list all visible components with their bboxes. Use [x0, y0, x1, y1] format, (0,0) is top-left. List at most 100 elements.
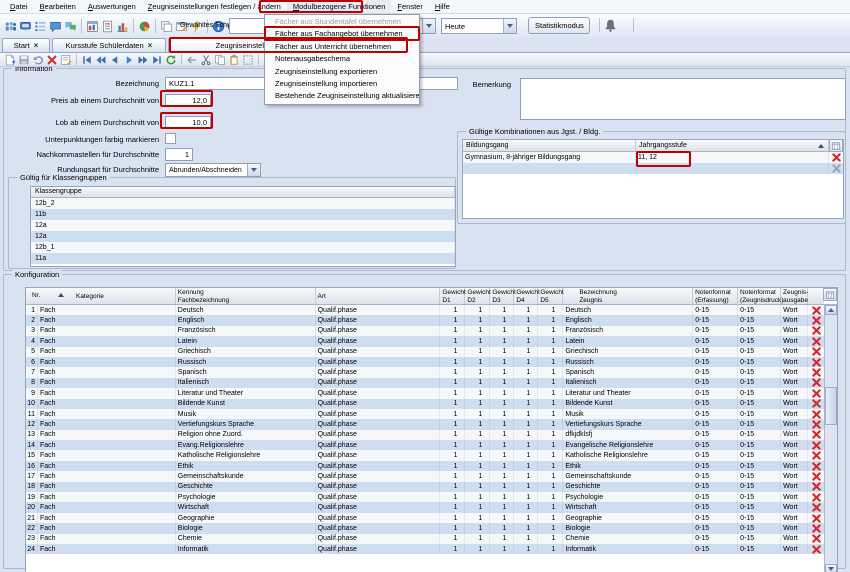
konfiguration-column-header[interactable]: GewichtD4	[514, 288, 538, 304]
konfiguration-column-header[interactable]: Notenformat(Zeugnisdruck)	[738, 288, 781, 304]
date-select[interactable]: Heute	[441, 18, 517, 34]
bildungsgang-column-header[interactable]: Bildungsgang	[463, 140, 636, 151]
paste-icon[interactable]	[228, 54, 240, 66]
konfiguration-row[interactable]: 22FachBiologieQualif.phase11111Biologie0…	[26, 523, 824, 533]
konfiguration-row[interactable]: 24FachInformatikQualif.phase11111Informa…	[26, 544, 824, 554]
konfiguration-column-header[interactable]: GewichtD2	[465, 288, 490, 304]
delete-record-icon[interactable]	[46, 54, 58, 66]
konfiguration-row[interactable]: 2FachEnglischQualif.phase11111Englisch0-…	[26, 315, 824, 325]
konfiguration-column-header[interactable]: Notenformat(Erfassung)	[693, 288, 738, 304]
delete-row-icon[interactable]	[808, 502, 824, 512]
jahrgangsstufe-column-header[interactable]: Jahrgangsstufe	[636, 140, 829, 151]
menu-datei[interactable]: Datei	[4, 0, 34, 13]
konfiguration-column-header[interactable]: BezeichnungZeugnis	[563, 288, 693, 304]
konfiguration-row[interactable]: 19FachPsychologieQualif.phase11111Psycho…	[26, 492, 824, 502]
delete-row-icon[interactable]	[808, 471, 824, 481]
konfiguration-row[interactable]: 20FachWirtschaftQualif.phase11111Wirtsch…	[26, 502, 824, 512]
konfiguration-row[interactable]: 9FachLiteratur und TheaterQualif.phase11…	[26, 388, 824, 398]
tab-0[interactable]: Start×	[2, 38, 50, 52]
bar-chart-icon[interactable]	[116, 20, 129, 33]
scroll-down-icon[interactable]	[825, 564, 837, 572]
menu-item-5[interactable]: Zeugniseinstellung importieren	[265, 78, 419, 90]
delete-row-icon[interactable]	[808, 378, 824, 388]
delete-row-icon[interactable]	[808, 430, 824, 440]
delete-row-icon[interactable]	[808, 388, 824, 398]
save-icon[interactable]	[18, 54, 30, 66]
bemerkung-textarea[interactable]	[520, 78, 846, 120]
nav-last-icon[interactable]	[151, 54, 163, 66]
pie-chart-icon[interactable]	[138, 20, 151, 33]
klassengruppen-row[interactable]: 12b_1	[31, 242, 455, 253]
delete-row-icon[interactable]	[808, 315, 824, 325]
menu-item-6[interactable]: Bestehende Zeugniseinstellung aktualisie…	[265, 90, 419, 102]
klassengruppen-row[interactable]: 12b_2	[31, 198, 455, 209]
konfiguration-row[interactable]: 14FachEvang.ReligionslehreQualif.phase11…	[26, 440, 824, 450]
menu-fenster[interactable]: Fenster	[391, 0, 428, 13]
delete-row-icon[interactable]	[808, 544, 824, 554]
menu-item-3[interactable]: Notenausgabeschema	[265, 53, 419, 65]
konfiguration-row[interactable]: 4FachLateinQualif.phase11111Latein0-150-…	[26, 336, 824, 346]
delete-row-icon[interactable]	[808, 482, 824, 492]
delete-row-icon[interactable]	[808, 461, 824, 471]
delete-row-icon[interactable]	[808, 305, 824, 315]
konfiguration-row[interactable]: 17FachGemeinschaftskundeQualif.phase1111…	[26, 471, 824, 481]
delete-row-icon[interactable]	[808, 357, 824, 367]
menu-item-4[interactable]: Zeugniseinstellung exportieren	[265, 66, 419, 78]
back-arrow-icon[interactable]	[186, 54, 198, 66]
menu-modulbezogene[interactable]: Modulbezogene Funktionen	[287, 0, 392, 13]
konfiguration-row[interactable]: 10FachBildende KunstQualif.phase11111Bil…	[26, 399, 824, 409]
preis-input[interactable]: 12,0	[165, 94, 211, 107]
konfiguration-header[interactable]: Nr. KategorieKennungFachbezeichnungArtGe…	[26, 288, 824, 305]
students-icon[interactable]	[4, 20, 17, 33]
konfiguration-row[interactable]: 12FachVertiefungskurs SpracheQualif.phas…	[26, 419, 824, 429]
course-icon[interactable]	[19, 20, 32, 33]
menu-bearbeiten[interactable]: Bearbeiten	[34, 0, 82, 13]
konfiguration-row[interactable]: 23FachChemieQualif.phase11111Chemie0-150…	[26, 534, 824, 544]
copy-icon[interactable]	[214, 54, 226, 66]
close-icon[interactable]: ×	[34, 41, 39, 50]
groups-icon[interactable]	[34, 20, 47, 33]
cut-icon[interactable]	[200, 54, 212, 66]
nav-fast-back-icon[interactable]	[95, 54, 107, 66]
konfiguration-row[interactable]: 8FachItalienischQualif.phase11111Italien…	[26, 378, 824, 388]
grid-settings-button[interactable]	[829, 139, 843, 152]
konfiguration-column-header[interactable]: Art	[316, 288, 441, 304]
nachkommastellen-input[interactable]: 1	[165, 148, 193, 161]
edit-form-icon[interactable]	[60, 54, 72, 66]
nav-forward-icon[interactable]	[123, 54, 135, 66]
report-table-icon[interactable]	[86, 20, 99, 33]
rundungsart-select[interactable]: Abrunden/Abschneiden	[165, 163, 261, 177]
menu-zeugniseinstellungen[interactable]: Zeugniseinstellungen festlegen / ändern	[142, 0, 287, 13]
konfiguration-column-header[interactable]: Kategorie	[38, 288, 176, 304]
konfiguration-row[interactable]: 3FachFranzösischQualif.phase11111Französ…	[26, 326, 824, 336]
delete-row-icon[interactable]	[808, 440, 824, 450]
delete-row-icon[interactable]	[808, 399, 824, 409]
konfiguration-column-header[interactable]: GewichtD5	[538, 288, 563, 304]
delete-row-icon[interactable]	[829, 163, 843, 174]
delete-row-icon[interactable]	[808, 336, 824, 346]
menu-item-2[interactable]: Fächer aus Unterricht übernehmen	[265, 41, 419, 53]
konfiguration-row[interactable]: 18FachGeschichteQualif.phase11111Geschic…	[26, 482, 824, 492]
lob-input[interactable]: 10,0	[165, 116, 211, 129]
konfiguration-column-header[interactable]: GewichtD1	[440, 288, 465, 304]
konfiguration-column-header[interactable]: Nr.	[26, 288, 38, 304]
statistik-button[interactable]: Statistikmodus	[528, 17, 590, 34]
delete-row-icon[interactable]	[808, 513, 824, 523]
menu-hilfe[interactable]: Hilfe	[429, 0, 456, 13]
undo-icon[interactable]	[32, 54, 44, 66]
konfiguration-row[interactable]: 5FachGriechischQualif.phase11111Griechis…	[26, 347, 824, 357]
konfiguration-row[interactable]: 16FachEthikQualif.phase11111Ethik0-150-1…	[26, 461, 824, 471]
chevron-down-icon[interactable]	[247, 164, 260, 176]
scrollbar-thumb[interactable]	[825, 387, 837, 425]
klassengruppen-row[interactable]: 11b	[31, 209, 455, 220]
menu-item-1[interactable]: Fächer aus Fachangebot übernehmen	[265, 28, 419, 40]
refresh-icon[interactable]	[165, 54, 177, 66]
delete-row-icon[interactable]	[808, 347, 824, 357]
konfiguration-row[interactable]: 13FachReligion ohne Zuord.Qualif.phase11…	[26, 430, 824, 440]
nav-first-icon[interactable]	[81, 54, 93, 66]
delete-row-icon[interactable]	[808, 523, 824, 533]
delete-row-icon[interactable]	[808, 409, 824, 419]
konfiguration-column-header[interactable]: GewichtD3	[490, 288, 514, 304]
chevron-down-icon[interactable]	[503, 19, 516, 33]
notification-bell-icon[interactable]	[603, 18, 618, 33]
